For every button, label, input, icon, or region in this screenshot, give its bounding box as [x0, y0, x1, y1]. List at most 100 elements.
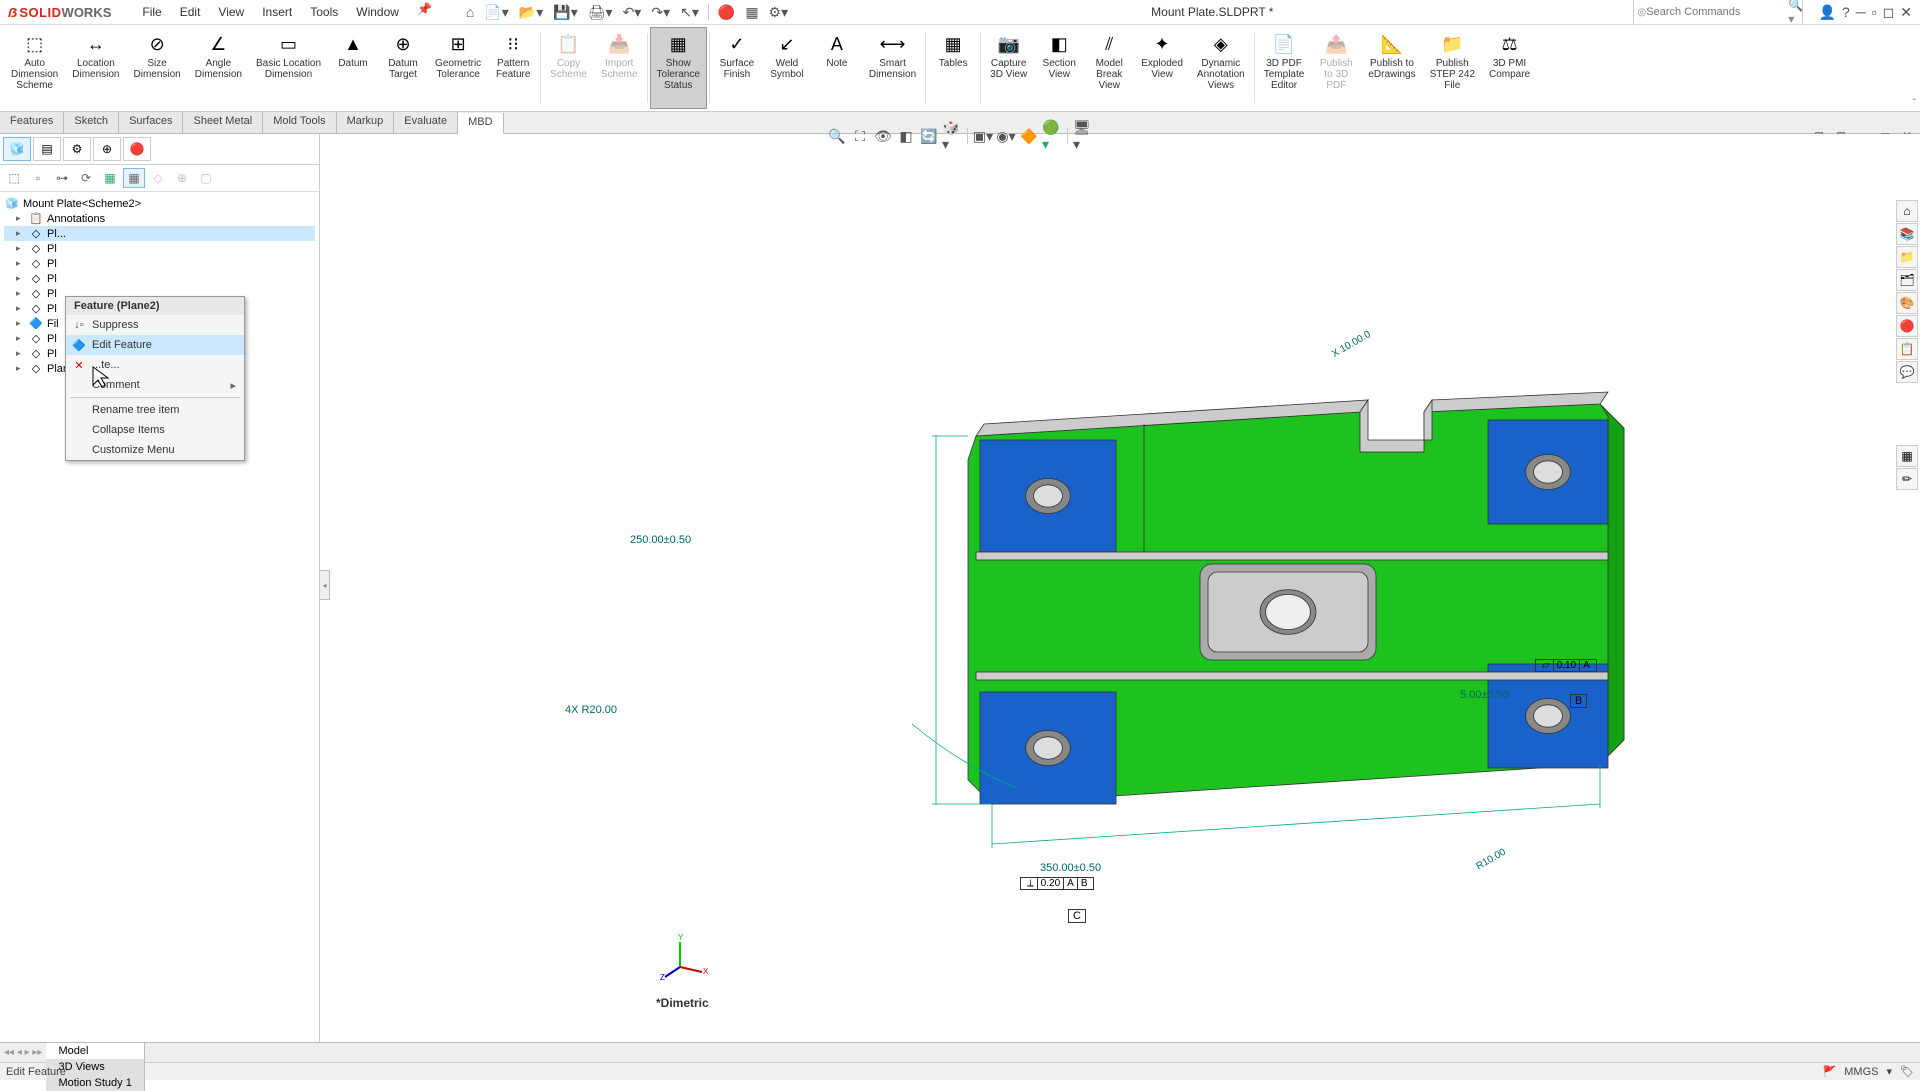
- section-view-icon[interactable]: ◧: [896, 126, 916, 146]
- ctx-collapse-items[interactable]: Collapse Items: [66, 420, 244, 440]
- menu-view[interactable]: View: [210, 2, 252, 22]
- new-icon[interactable]: 📄▾: [480, 2, 512, 23]
- status-dropdown-icon[interactable]: ▾: [1887, 1065, 1893, 1078]
- ctx-rename-tree-item[interactable]: Rename tree item: [66, 400, 244, 420]
- ctx-edit-feature[interactable]: 🔷Edit Feature: [66, 335, 244, 355]
- tp-home-icon[interactable]: ⌂: [1896, 200, 1918, 222]
- open-icon[interactable]: 📂▾: [515, 2, 547, 23]
- ctx-customize-menu[interactable]: Customize Menu: [66, 440, 244, 460]
- tab-sheet-metal[interactable]: Sheet Metal: [183, 112, 263, 133]
- ribbon-geometric[interactable]: ⊞GeometricTolerance: [428, 27, 488, 109]
- tp-custom-props-icon[interactable]: 📋: [1896, 338, 1918, 360]
- view-orient-icon[interactable]: 🎲▾: [942, 126, 962, 146]
- tree-btn8[interactable]: ⊕: [171, 168, 193, 188]
- expand-icon[interactable]: ▸: [16, 288, 28, 299]
- tp-extra1-icon[interactable]: ▦: [1896, 445, 1918, 467]
- zoom-fit-icon[interactable]: 🔍: [827, 126, 847, 146]
- ribbon-datum[interactable]: ▲Datum: [328, 27, 378, 109]
- ribbon-size[interactable]: ⊘SizeDimension: [127, 27, 188, 109]
- status-flag-icon[interactable]: 🚩: [1823, 1065, 1837, 1078]
- dynamic-icon[interactable]: 🔄: [919, 126, 939, 146]
- property-manager-tab[interactable]: ▤: [33, 137, 61, 161]
- btab-nav[interactable]: ◂◂ ◂ ▸ ▸▸: [0, 1043, 46, 1062]
- panel-splitter[interactable]: ◂: [320, 570, 330, 600]
- dim-radius[interactable]: 4X R20.00: [565, 704, 617, 716]
- pin-icon[interactable]: 📌: [417, 2, 432, 22]
- menu-file[interactable]: File: [134, 2, 169, 22]
- tp-design-lib-icon[interactable]: 📁: [1896, 246, 1918, 268]
- ribbon-capture[interactable]: 📷Capture3D View: [983, 27, 1034, 109]
- ribbon-copy[interactable]: 📋CopyScheme: [543, 27, 594, 109]
- tree-btn9[interactable]: ▢: [195, 168, 217, 188]
- ribbon-datum[interactable]: ⊕DatumTarget: [378, 27, 428, 109]
- config-manager-tab[interactable]: ⚙: [63, 137, 91, 161]
- undo-icon[interactable]: ↶▾: [619, 2, 646, 23]
- datum-b[interactable]: B: [1570, 694, 1587, 708]
- tree-item-0[interactable]: ▸📋Annotations: [4, 211, 315, 226]
- ribbon-dynamic[interactable]: ◈DynamicAnnotationViews: [1190, 27, 1252, 109]
- expand-icon[interactable]: ▸: [16, 318, 28, 329]
- dim-height[interactable]: 250.00±0.50: [630, 534, 691, 546]
- ribbon-weld[interactable]: ↙WeldSymbol: [762, 27, 812, 109]
- expand-icon[interactable]: ▸: [16, 348, 28, 359]
- zoom-area-icon[interactable]: ⛶: [850, 126, 870, 146]
- tp-appearances-icon[interactable]: 🔴: [1896, 315, 1918, 337]
- ribbon-publish-to[interactable]: 📐Publish toeDrawings: [1361, 27, 1422, 109]
- tp-forum-icon[interactable]: 💬: [1896, 361, 1918, 383]
- tree-btn4[interactable]: ⟳: [75, 168, 97, 188]
- dimxpert-manager-tab[interactable]: ⊕: [93, 137, 121, 161]
- tree-item-4[interactable]: ▸◇Pl: [4, 271, 315, 286]
- dim-width[interactable]: 350.00±0.50: [1040, 862, 1101, 874]
- tp-extra2-icon[interactable]: ✏: [1896, 468, 1918, 490]
- ribbon-model[interactable]: ⫽ModelBreakView: [1084, 27, 1134, 109]
- render-icon[interactable]: 🖥▾: [1073, 126, 1093, 146]
- ribbon-basic-location[interactable]: ▭Basic LocationDimension: [249, 27, 328, 109]
- tp-view-palette-icon[interactable]: 🎨: [1896, 292, 1918, 314]
- tree-btn5[interactable]: ▦: [99, 168, 121, 188]
- menu-insert[interactable]: Insert: [254, 2, 300, 22]
- expand-icon[interactable]: ▸: [16, 243, 28, 254]
- expand-icon[interactable]: ▸: [16, 258, 28, 269]
- expand-icon[interactable]: ▸: [16, 333, 28, 344]
- expand-icon[interactable]: ▸: [16, 273, 28, 284]
- ribbon-publish[interactable]: 📤Publishto 3DPDF: [1311, 27, 1361, 109]
- tab-mbd[interactable]: MBD: [458, 113, 503, 134]
- ctx----te---[interactable]: ✕...te...: [66, 355, 244, 375]
- user-icon[interactable]: 👤: [1819, 4, 1836, 21]
- home-icon[interactable]: ⌂: [462, 2, 478, 22]
- ribbon-auto[interactable]: ⬚AutoDimensionScheme: [4, 27, 65, 109]
- tree-root[interactable]: 🧊 Mount Plate<Scheme2>: [4, 196, 315, 211]
- tree-item-3[interactable]: ▸◇Pl: [4, 256, 315, 271]
- dim-right[interactable]: 5.00±0.50: [1460, 689, 1509, 701]
- save-icon[interactable]: 💾▾: [549, 2, 581, 23]
- ribbon-import[interactable]: 📥ImportScheme: [594, 27, 645, 109]
- tab-evaluate[interactable]: Evaluate: [394, 112, 458, 133]
- ribbon-show[interactable]: ▦ShowToleranceStatus: [650, 27, 707, 109]
- maximize-icon[interactable]: ◻: [1883, 4, 1895, 21]
- rebuild-icon[interactable]: 🔴: [714, 2, 739, 23]
- redo-icon[interactable]: ↷▾: [647, 2, 674, 23]
- prev-view-icon[interactable]: 👁: [873, 126, 893, 146]
- datum-c[interactable]: C: [1068, 909, 1086, 923]
- tab-sketch[interactable]: Sketch: [64, 112, 119, 133]
- ribbon-angle[interactable]: ∠AngleDimension: [188, 27, 249, 109]
- menu-window[interactable]: Window: [348, 2, 407, 22]
- tree-btn7[interactable]: ◇: [147, 168, 169, 188]
- ctx-comment[interactable]: Comment▸: [66, 375, 244, 395]
- search-icon[interactable]: 🔍▾: [1788, 0, 1803, 26]
- dim-width-gtol[interactable]: ⟂ 0.20 A B: [1020, 877, 1094, 890]
- tree-btn1[interactable]: ⬚: [3, 168, 25, 188]
- ribbon-exploded[interactable]: ✦ExplodedView: [1134, 27, 1190, 109]
- status-tag-icon[interactable]: 🏷: [1900, 1065, 1914, 1078]
- display-style-icon[interactable]: ▣▾: [973, 126, 993, 146]
- ribbon-3d-pmi[interactable]: ⚖3D PMICompare: [1482, 27, 1537, 109]
- tree-btn2[interactable]: ▫: [27, 168, 49, 188]
- status-units[interactable]: MMGS: [1844, 1066, 1878, 1078]
- settings-icon[interactable]: ⚙▾: [765, 2, 793, 23]
- tab-mold-tools[interactable]: Mold Tools: [263, 112, 336, 133]
- ctx-suppress[interactable]: ↓▫Suppress: [66, 315, 244, 335]
- options-icon[interactable]: ▦: [741, 2, 762, 23]
- close-icon[interactable]: ✕: [1900, 4, 1912, 21]
- expand-icon[interactable]: ▸: [16, 213, 28, 224]
- print-icon[interactable]: 🖨▾: [584, 2, 617, 23]
